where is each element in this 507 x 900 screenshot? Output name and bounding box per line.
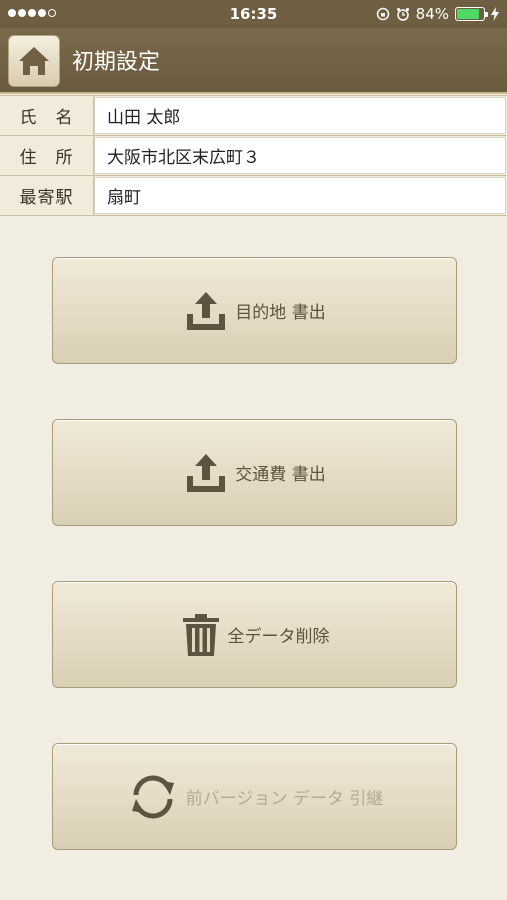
status-bar: 16:35 84% xyxy=(0,0,507,28)
alarm-icon xyxy=(396,8,409,21)
profile-row-name: 氏 名 山田 太郎 xyxy=(0,96,507,136)
profile-table: 氏 名 山田 太郎 住 所 大阪市北区末広町３ 最寄駅 扇町 xyxy=(0,95,507,216)
export-icon xyxy=(187,453,226,492)
profile-row-station: 最寄駅 扇町 xyxy=(0,176,507,216)
trash-icon xyxy=(182,613,219,656)
home-icon xyxy=(19,47,49,75)
battery-icon xyxy=(455,7,488,21)
delete-all-data-button[interactable]: 全データ削除 xyxy=(52,581,457,688)
migrate-previous-version-button[interactable]: 前バージョン データ 引継 xyxy=(52,743,457,850)
migrate-previous-version-label: 前バージョン データ 引継 xyxy=(185,789,384,809)
export-icon xyxy=(187,291,226,330)
sync-icon xyxy=(131,775,174,818)
export-destinations-label: 目的地 書出 xyxy=(235,303,326,323)
name-label: 氏 名 xyxy=(0,96,94,135)
station-field[interactable]: 扇町 xyxy=(94,177,506,214)
page-title: 初期設定 xyxy=(72,50,161,75)
battery-percent: 84% xyxy=(415,5,449,23)
address-field[interactable]: 大阪市北区末広町３ xyxy=(94,137,506,174)
station-label: 最寄駅 xyxy=(0,176,94,215)
rotation-lock-icon xyxy=(376,7,389,21)
export-fares-label: 交通費 書出 xyxy=(235,465,326,485)
home-button[interactable] xyxy=(8,35,60,87)
export-destinations-button[interactable]: 目的地 書出 xyxy=(52,257,457,364)
name-field[interactable]: 山田 太郎 xyxy=(94,97,506,134)
address-label: 住 所 xyxy=(0,136,94,175)
charging-icon xyxy=(491,7,499,21)
delete-all-data-label: 全データ削除 xyxy=(227,627,330,647)
profile-row-address: 住 所 大阪市北区末広町３ xyxy=(0,136,507,176)
status-right: 84% xyxy=(376,5,499,23)
navigation-bar: 初期設定 xyxy=(0,28,507,94)
export-fares-button[interactable]: 交通費 書出 xyxy=(52,419,457,526)
